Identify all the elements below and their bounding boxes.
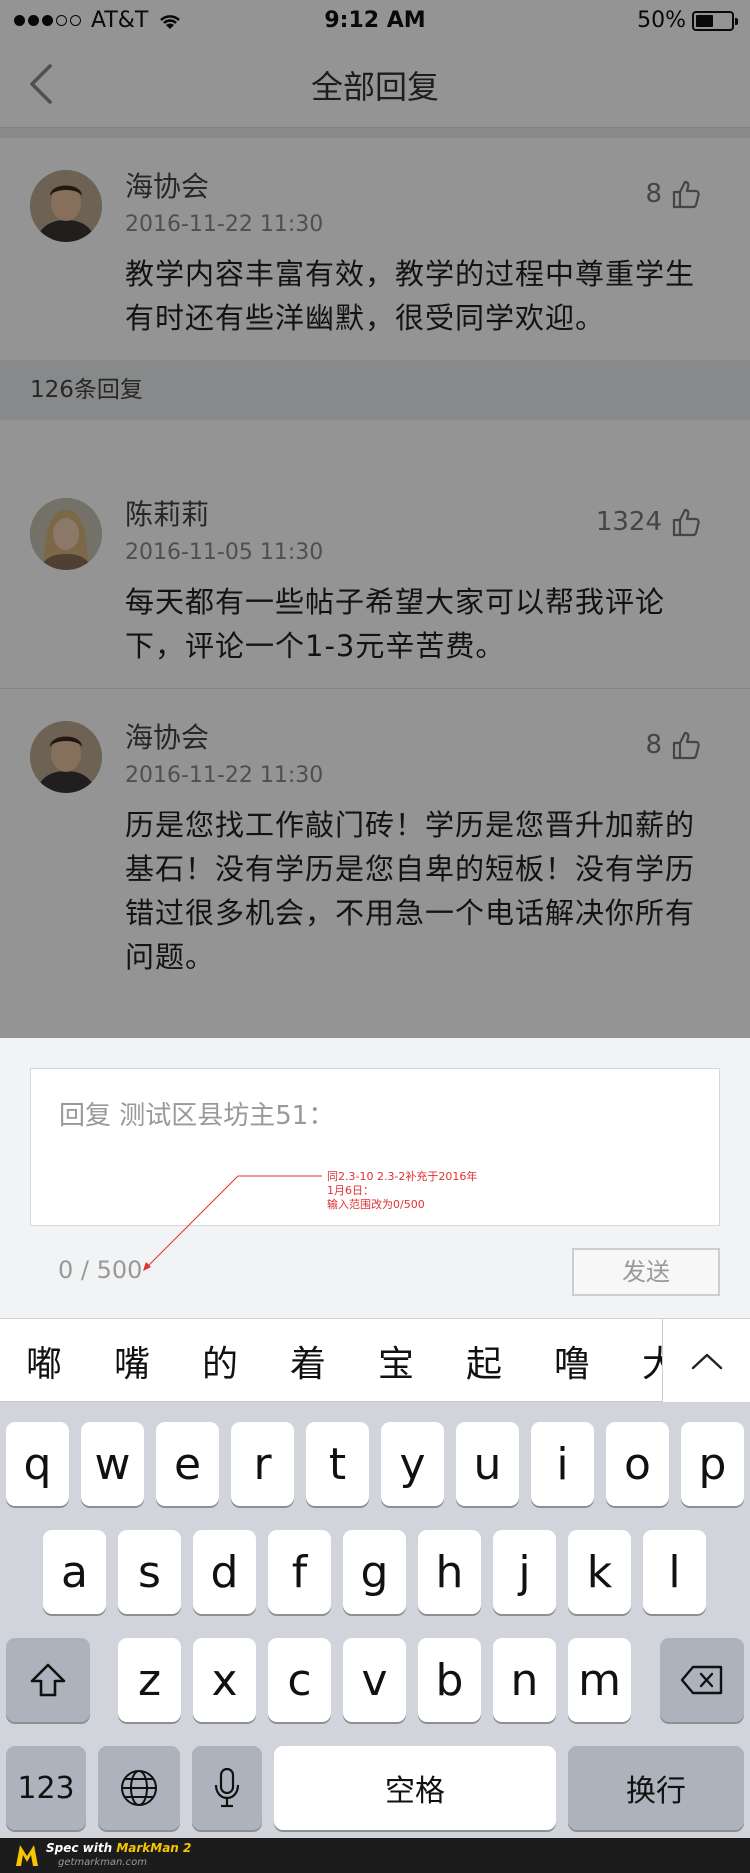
backspace-icon: [680, 1665, 723, 1695]
annotation-line: 同2.3-10 2.3-2补充于2016年: [327, 1170, 478, 1183]
reply-placeholder: 回复 测试区县坊主51：: [59, 1101, 335, 1131]
send-button[interactable]: 发送: [572, 1248, 720, 1296]
space-key[interactable]: 空格: [274, 1746, 556, 1830]
key-k[interactable]: k: [568, 1530, 631, 1614]
key-x[interactable]: x: [193, 1638, 256, 1722]
candidate-word[interactable]: 起: [440, 1335, 528, 1387]
key-p[interactable]: p: [681, 1422, 744, 1506]
markman-footer: Spec with MarkMan 2 getmarkman.com: [0, 1838, 750, 1873]
candidate-word[interactable]: 宝: [352, 1335, 440, 1387]
numbers-key-label: 123: [17, 1770, 75, 1806]
footer-brand: MarkMan 2: [116, 1841, 192, 1855]
footer-spec-text: Spec with MarkMan 2: [46, 1841, 192, 1855]
candidate-word[interactable]: 嘴: [88, 1335, 176, 1387]
key-t[interactable]: t: [306, 1422, 369, 1506]
candidate-word[interactable]: 嘟: [0, 1335, 88, 1387]
char-counter: 0 / 500: [58, 1256, 143, 1284]
key-s[interactable]: s: [118, 1530, 181, 1614]
spec-annotation: 同2.3-10 2.3-2补充于2016年 1月6日： 输入范围改为0/500: [327, 1170, 497, 1212]
key-a[interactable]: a: [43, 1530, 106, 1614]
key-l[interactable]: l: [643, 1530, 706, 1614]
key-c[interactable]: c: [268, 1638, 331, 1722]
key-f[interactable]: f: [268, 1530, 331, 1614]
key-b[interactable]: b: [418, 1638, 481, 1722]
reply-panel: 回复 测试区县坊主51： 0 / 500 发送 同2.3-10 2.3-2补充于…: [0, 1038, 750, 1318]
annotation-line: 输入范围改为0/500: [327, 1198, 425, 1211]
backspace-key[interactable]: [660, 1638, 744, 1722]
ime-candidate-bar: 嘟 嘴 的 着 宝 起 噜 大: [0, 1318, 750, 1403]
shift-key[interactable]: [6, 1638, 90, 1722]
key-y[interactable]: y: [381, 1422, 444, 1506]
keyboard: q w e r t y u i o p a s d f g h j k l z …: [0, 1402, 750, 1838]
key-v[interactable]: v: [343, 1638, 406, 1722]
key-e[interactable]: e: [156, 1422, 219, 1506]
microphone-icon: [214, 1767, 240, 1808]
key-n[interactable]: n: [493, 1638, 556, 1722]
key-i[interactable]: i: [531, 1422, 594, 1506]
footer-url: getmarkman.com: [58, 1857, 147, 1868]
globe-key[interactable]: [98, 1746, 180, 1830]
candidate-word[interactable]: 大: [616, 1335, 662, 1387]
key-z[interactable]: z: [118, 1638, 181, 1722]
key-j[interactable]: j: [493, 1530, 556, 1614]
candidate-word[interactable]: 噜: [528, 1335, 616, 1387]
key-o[interactable]: o: [606, 1422, 669, 1506]
globe-icon: [121, 1770, 157, 1806]
key-r[interactable]: r: [231, 1422, 294, 1506]
space-key-label: 空格: [385, 1774, 445, 1809]
shift-arrow-icon: [30, 1663, 66, 1697]
chevron-up-icon: [691, 1353, 722, 1370]
key-d[interactable]: d: [193, 1530, 256, 1614]
numbers-key[interactable]: 123: [6, 1746, 86, 1830]
return-key[interactable]: 换行: [568, 1746, 744, 1830]
key-q[interactable]: q: [6, 1422, 69, 1506]
key-m[interactable]: m: [568, 1638, 631, 1722]
expand-candidates-button[interactable]: [662, 1319, 750, 1403]
return-key-label: 换行: [626, 1774, 686, 1809]
candidate-list: 嘟 嘴 的 着 宝 起 噜 大: [0, 1319, 662, 1403]
key-h[interactable]: h: [418, 1530, 481, 1614]
modal-dim-overlay[interactable]: [0, 0, 750, 1038]
key-u[interactable]: u: [456, 1422, 519, 1506]
candidate-word[interactable]: 着: [264, 1335, 352, 1387]
candidate-word[interactable]: 的: [176, 1335, 264, 1387]
microphone-key[interactable]: [192, 1746, 262, 1830]
markman-logo-icon: [16, 1845, 38, 1866]
key-w[interactable]: w: [81, 1422, 144, 1506]
annotation-line: 1月6日：: [327, 1184, 374, 1197]
key-g[interactable]: g: [343, 1530, 406, 1614]
